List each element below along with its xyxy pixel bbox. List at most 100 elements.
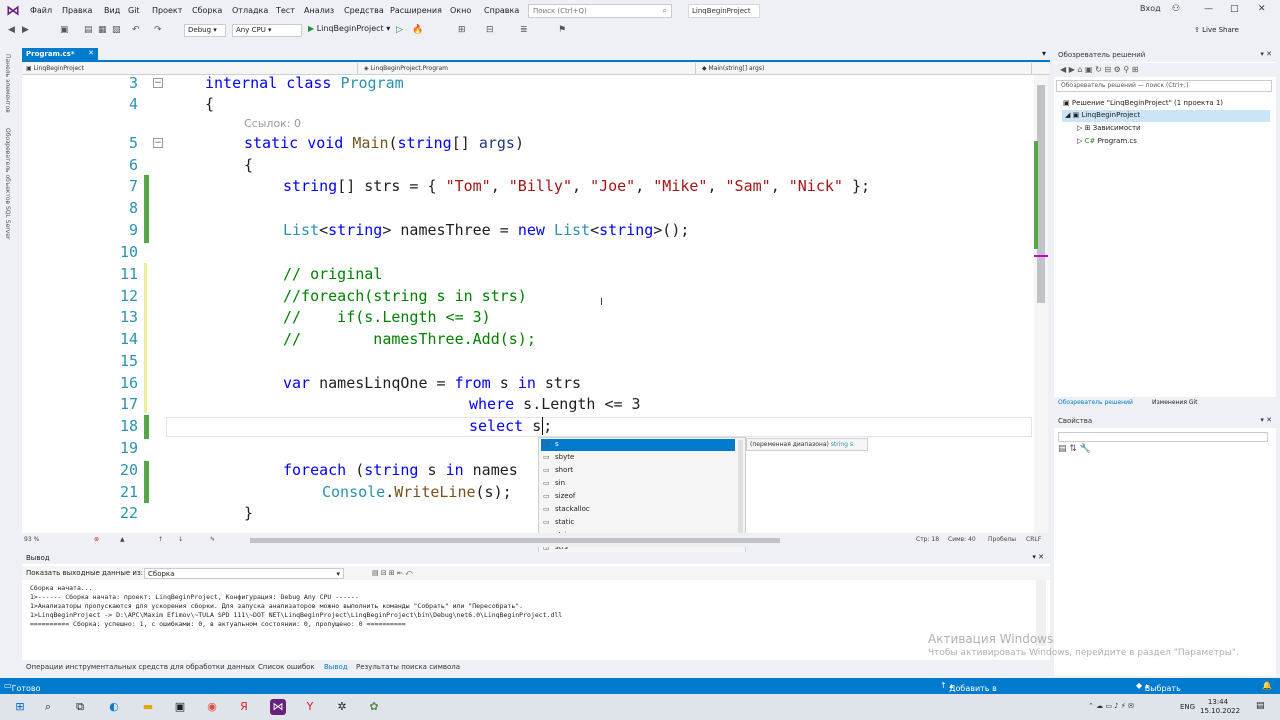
maximize-icon[interactable]: □ [1230, 4, 1239, 14]
tab-git-changes[interactable]: Изменения Git [1152, 399, 1198, 406]
zoom-level[interactable]: 93 % [24, 536, 39, 543]
menu-test[interactable]: Тест [276, 6, 295, 15]
config-select[interactable]: Debug ▾ [184, 24, 226, 37]
menu-analyze[interactable]: Анализ [304, 6, 334, 15]
minimize-icon[interactable]: — [1204, 4, 1213, 14]
completion-item[interactable]: ◫ s [541, 439, 735, 451]
chrome-icon[interactable]: ◉ [204, 699, 220, 715]
categorized-icon[interactable]: ▤ [1058, 444, 1067, 454]
nav-member-select[interactable]: ◆ Main(string[] args) [698, 63, 1032, 75]
tray-icons[interactable]: ⌃ ☁ ▭ ♪ ⚡ ✉ [1088, 702, 1134, 710]
completion-item[interactable]: ▭ sin [541, 478, 735, 490]
tab-output[interactable]: Вывод [324, 663, 348, 671]
completion-scrollbar[interactable] [738, 440, 743, 540]
code-editor[interactable]: 3 4 5 6 7 8 9 10 11 12 13 14 15 16 17 18… [22, 75, 1042, 533]
menu-view[interactable]: Вид [104, 6, 120, 15]
new-item-icon[interactable]: ▣ [60, 25, 69, 35]
app-icon-2[interactable]: ✿ [366, 699, 382, 715]
menu-window[interactable]: Окно [450, 6, 471, 15]
editor-horizontal-scrollbar[interactable] [250, 538, 780, 543]
edge-icon[interactable]: ◐ [106, 699, 122, 715]
alphabetical-icon[interactable]: ⇅ [1069, 444, 1077, 454]
completion-item[interactable]: ▭ sbyte [541, 452, 735, 464]
tree-program-cs[interactable]: ▷ C# Program.cs [1074, 136, 1140, 148]
store-icon[interactable]: ▣ [172, 699, 188, 715]
menu-project[interactable]: Проект [152, 6, 182, 15]
language-indicator[interactable]: ENG [1180, 703, 1195, 711]
windows-start-icon[interactable]: ⊞ [12, 699, 28, 715]
visual-studio-taskbar-icon[interactable]: ⋈ [270, 699, 286, 715]
search-icon[interactable]: ⌕ [40, 699, 56, 715]
sql-server-explorer-tab[interactable]: Обозреватель объектов SQL Server [4, 128, 11, 239]
completion-item[interactable]: ▭ short [541, 465, 735, 477]
tab-close-icon[interactable]: ✕ [88, 49, 94, 57]
add-to-source-control-button[interactable]: ↑ Добавить в систему управления версиями… [940, 681, 999, 720]
completion-item[interactable]: ▭ sizeof [541, 491, 735, 503]
completion-item[interactable]: ▭ static [541, 517, 735, 529]
yandex-browser-icon[interactable]: Y [302, 699, 318, 715]
tab-program-cs[interactable]: Program.cs* ✕ [22, 48, 98, 61]
menu-debug[interactable]: Отладка [232, 6, 268, 15]
notifications-icon[interactable]: 🔔 [1262, 681, 1272, 690]
notification-center-icon[interactable]: ▤ [1256, 701, 1265, 711]
bookmark-icon[interactable]: ⚑ [558, 25, 566, 35]
liveshare-button[interactable]: ⇪ Live Share [1194, 26, 1239, 34]
output-source-select[interactable]: Сборка ▾ [144, 568, 344, 579]
account-icon[interactable]: ⚇ [1172, 4, 1180, 14]
comment-icon[interactable]: ≣ [520, 25, 528, 35]
tab-solution-explorer[interactable]: Обозреватель решений [1058, 399, 1133, 406]
menu-git[interactable]: Git [128, 6, 140, 15]
clock[interactable]: 13:44 15.10.2022 [1200, 698, 1240, 716]
codelens-references[interactable]: Ссылок: 0 [244, 117, 301, 130]
menu-extensions[interactable]: Расширения [390, 6, 442, 15]
completion-item[interactable]: ▭ stackalloc [541, 504, 735, 516]
tree-dependencies[interactable]: ▷ ⊞ Зависимости [1074, 123, 1144, 135]
editor-vertical-scrollbar[interactable] [1034, 75, 1048, 533]
panel-controls-icon[interactable]: ▾ ✕ [1260, 50, 1272, 58]
nav-project-select[interactable]: ▣ LinqBeginProject [22, 63, 358, 75]
toolbox-tab[interactable]: Панель элементов [4, 54, 11, 113]
tab-error-list[interactable]: Список ошибок [258, 663, 315, 671]
app-icon[interactable]: ✲ [334, 699, 350, 715]
error-icon[interactable]: ⊗ [94, 536, 99, 543]
tree-solution[interactable]: ▣ Решение "LinqBeginProject" (1 проекта … [1060, 98, 1226, 110]
menu-edit[interactable]: Правка [62, 6, 92, 15]
tab-data-tools[interactable]: Операции инструментальных средств для об… [26, 663, 255, 671]
tab-symbol-results[interactable]: Результаты поиска символа [356, 663, 460, 671]
close-icon[interactable]: ✕ [1258, 4, 1266, 14]
fold-toggle[interactable]: − [153, 78, 163, 88]
file-explorer-icon[interactable]: ▬ [140, 699, 156, 715]
signin-button[interactable]: Вход [1140, 4, 1161, 13]
back-icon[interactable]: ◀ [8, 25, 15, 35]
select-repository-button[interactable]: ◆ Выбрать репозиторий ▴ [1136, 681, 1199, 702]
nav-class-select[interactable]: ◈ LinqBeginProject.Program [360, 63, 696, 75]
hot-reload-icon[interactable]: 🔥 [412, 25, 423, 35]
eol-indicator[interactable]: CRLF [1026, 536, 1041, 543]
menu-file[interactable]: Файл [30, 6, 52, 15]
menu-tools[interactable]: Средства [344, 6, 384, 15]
tree-project[interactable]: ◢ ▣ LinqBeginProject [1062, 110, 1270, 122]
property-pages-icon[interactable]: 🔧 [1080, 444, 1091, 454]
platform-select[interactable]: Any CPU ▾ [232, 24, 302, 37]
menu-help[interactable]: Справка [484, 6, 519, 15]
task-view-icon[interactable]: ⧉ [72, 699, 88, 715]
nav-down-icon[interactable]: ↓ [178, 536, 183, 543]
panel-controls-icon[interactable]: ▾ ✕ [1032, 553, 1044, 561]
output-toolbar-icons[interactable]: ▤ ⊟ ⊞ ⇤ ⤺ [372, 569, 413, 578]
search-input[interactable]: Поиск (Ctrl+Q) ⌕ [528, 4, 672, 18]
warning-icon[interactable]: ▲ [120, 536, 125, 543]
panel-controls-icon[interactable]: ▾ ✕ [1260, 416, 1272, 424]
menu-build[interactable]: Сборка [192, 6, 222, 15]
tab-list-icon[interactable]: ▾ [1042, 49, 1046, 58]
spaces-indicator[interactable]: Пробелы [988, 536, 1016, 543]
toolbar-icon-a[interactable]: ⊞ [458, 25, 466, 35]
properties-object-select[interactable] [1058, 432, 1268, 442]
redo-icon[interactable]: ↷ [154, 25, 162, 35]
start-without-debug-icon[interactable]: ▷ [396, 25, 403, 35]
undo-icon[interactable]: ↶ [132, 25, 140, 35]
code-cleanup-icon[interactable]: ✎ [210, 536, 215, 543]
save-icon[interactable]: ▦ [98, 25, 107, 35]
scrollbar-thumb[interactable] [1037, 85, 1045, 303]
nav-up-icon[interactable]: ↑ [158, 536, 163, 543]
forward-icon[interactable]: ▶ [22, 25, 29, 35]
